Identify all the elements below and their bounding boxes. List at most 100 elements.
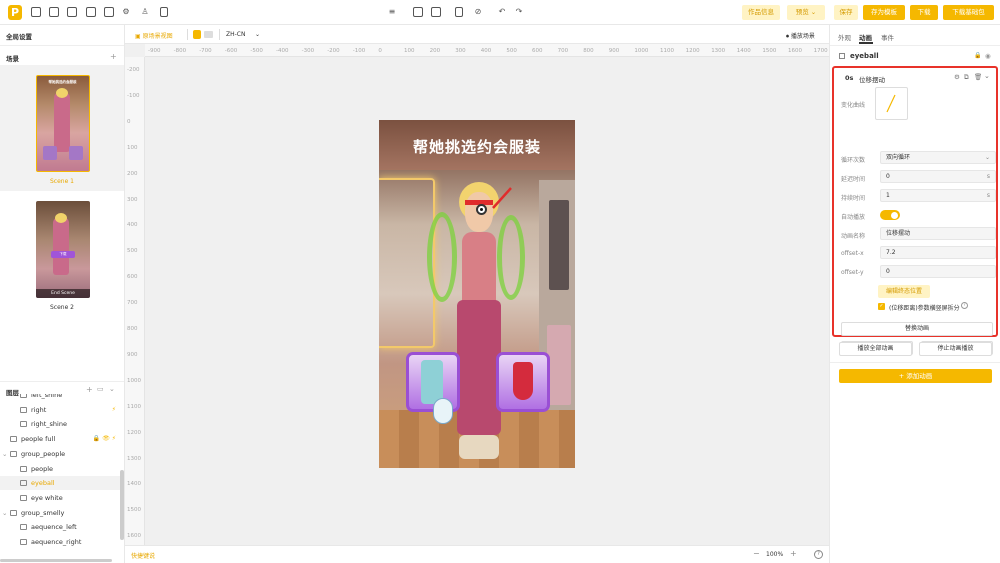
ruler-tick-label: 0 (378, 48, 382, 54)
settings-icon[interactable]: ⚙ (954, 73, 960, 81)
zoom-out-button[interactable]: − (753, 549, 760, 558)
shape-tool-icon[interactable] (86, 7, 96, 17)
layer-row[interactable]: ⌄ group_people (0, 447, 122, 461)
link-icon[interactable]: ⊘ (474, 8, 482, 16)
layer-row[interactable]: aequence_right (0, 535, 122, 549)
layer-row[interactable]: people (0, 462, 122, 476)
copy-icon[interactable]: ⧉ (964, 73, 969, 82)
scene-card-1[interactable]: 帮她挑选约会服装 Scene 1 (0, 65, 124, 191)
ruler-tick-label: 1200 (685, 48, 700, 54)
scene-preview[interactable]: 帮她挑选约会服装 (379, 120, 575, 468)
loop-select[interactable]: 双向循环 ⌄ (880, 151, 996, 164)
download-package-button[interactable]: 下载基础包 (943, 5, 994, 20)
tab-appearance[interactable]: 外观 (838, 32, 851, 42)
ruler-tick-label: 1300 (711, 48, 726, 54)
works-info-button[interactable]: 作品信息 (742, 5, 780, 20)
autoplay-row: 自动播放 (841, 208, 996, 222)
download-button[interactable]: 下载 (910, 5, 938, 20)
layer-label: aequence_right (31, 538, 82, 546)
preview-button[interactable]: 预览 ⌄ (787, 5, 825, 20)
split-checkbox[interactable]: ✓ (878, 303, 885, 310)
help-icon[interactable]: ? (814, 550, 823, 559)
scene-1-thumbnail[interactable]: 帮她挑选约会服装 (36, 75, 90, 172)
undo-icon[interactable]: ↶ (498, 8, 506, 16)
chevron-down-icon[interactable]: ⌄ (984, 72, 990, 80)
person-tool-icon[interactable]: ♙ (141, 8, 149, 16)
tab-animation[interactable]: 动画 (859, 32, 872, 42)
scene-card-2[interactable]: 下载 End Scene Scene 2 (0, 201, 124, 316)
text-box-tool-icon[interactable] (49, 7, 59, 17)
layer-flag-icons[interactable]: 🔒 👁 ⚡ (93, 432, 116, 446)
info-icon[interactable]: ? (961, 302, 968, 309)
container-icon[interactable] (413, 7, 423, 17)
layer-row[interactable]: people full 🔒 👁 ⚡ (0, 432, 122, 446)
stop-animation-playback-button[interactable]: 停止动画播放 (919, 342, 992, 356)
curve-editor[interactable] (875, 87, 908, 120)
copy-icon[interactable] (455, 7, 463, 17)
character-hair (56, 88, 68, 98)
ruler-tick-label: -900 (148, 48, 161, 54)
device-tool-icon[interactable] (160, 7, 168, 17)
active-tab-indicator (859, 42, 873, 44)
offset-x-input[interactable]: 7.2 (880, 246, 996, 259)
delete-icon[interactable]: 🗑 (974, 73, 982, 81)
edit-tool-icon[interactable] (67, 7, 77, 17)
ruler-tick-label: 1500 (127, 507, 141, 514)
folder-icon[interactable] (431, 7, 441, 17)
layer-row[interactable]: right_shine (0, 417, 122, 431)
layer-row[interactable]: eyeball (0, 476, 122, 491)
layer-row[interactable]: ⌄ group_smelly (0, 506, 122, 520)
save-as-template-button[interactable]: 存为模板 (863, 5, 905, 20)
delay-input[interactable]: 0s (880, 170, 996, 183)
language-select[interactable]: ZH-CN ⌄ (226, 31, 260, 38)
tab-events[interactable]: 事件 (881, 32, 894, 42)
chevron-down-icon[interactable]: ⌄ (2, 447, 7, 461)
effect-tool-icon[interactable]: ⚙ (122, 8, 130, 16)
add-animation-button[interactable]: + 添加动画 (839, 369, 992, 383)
eye-icon[interactable]: ◉ (985, 52, 991, 60)
anim-name-input[interactable]: 位移摆动 (880, 227, 996, 240)
character-top (462, 232, 496, 304)
layer-scrollbar[interactable] (120, 470, 124, 540)
text-tool-icon[interactable] (104, 7, 114, 17)
ruler-tick-label: 300 (455, 48, 466, 54)
image-tool-icon[interactable] (31, 7, 41, 17)
layer-row[interactable]: eye white (0, 491, 122, 505)
chevron-down-icon[interactable]: ⌄ (2, 506, 7, 520)
layers-icon[interactable]: ≡ (388, 8, 396, 16)
outfit-option-right[interactable] (496, 352, 550, 412)
scene-2-thumbnail[interactable]: 下载 End Scene (36, 201, 90, 298)
loop-row: 循环次数 双向循环 ⌄ (841, 151, 996, 165)
smell-effect-left (427, 212, 457, 302)
global-settings-title[interactable]: 全局设置 (6, 31, 32, 41)
curve-icon (886, 94, 896, 113)
duration-input[interactable]: 1s (880, 189, 996, 202)
redo-icon[interactable]: ↷ (515, 8, 523, 16)
horizontal-scrollbar[interactable] (0, 559, 112, 562)
right-panel: 外观 动画 事件 eyeball 🔒 ◉ 0s 位移摆动 ⚙ ⧉ 🗑 ⌄ 变化曲… (829, 25, 1000, 563)
shortcut-help-link[interactable]: 快捷键说 (131, 551, 155, 560)
chevron-down-icon[interactable]: ⌄ (109, 385, 115, 393)
add-scene-icon[interactable]: + (110, 52, 117, 61)
portrait-toggle[interactable] (193, 30, 201, 39)
layer-label: left_shine (31, 394, 63, 399)
replace-animation-button[interactable]: 替换动画 (841, 322, 993, 336)
layer-row[interactable]: aequence_left (0, 520, 122, 534)
offset-y-input[interactable]: 0 (880, 265, 996, 278)
zoom-in-button[interactable]: + (790, 549, 797, 558)
add-layer-icon[interactable]: + (86, 385, 93, 394)
ruler-tick-label: 600 (127, 274, 138, 281)
lock-icon[interactable]: 🔒 (974, 52, 981, 59)
edit-end-position-button[interactable]: 编辑终态位置 (878, 285, 930, 298)
landscape-toggle[interactable] (204, 31, 213, 38)
layer-row[interactable]: right ⚡ (0, 403, 122, 417)
layer-row[interactable]: left_shine (0, 394, 122, 402)
layer-flag-icons[interactable]: ⚡ (112, 403, 116, 417)
folder-add-icon[interactable]: ▭ (97, 385, 104, 393)
save-button[interactable]: 保存 (834, 5, 858, 20)
split-checkbox-label: (位移距离)参数横竖屏拆分 (889, 305, 960, 312)
play-all-animations-button[interactable]: 播放全部动画 (839, 342, 912, 356)
play-scene-button[interactable]: ⏺ 播放场景 (786, 31, 815, 41)
scene-view-toggle[interactable]: ▣ 原场景视图 (135, 31, 173, 40)
autoplay-toggle[interactable] (880, 210, 900, 220)
